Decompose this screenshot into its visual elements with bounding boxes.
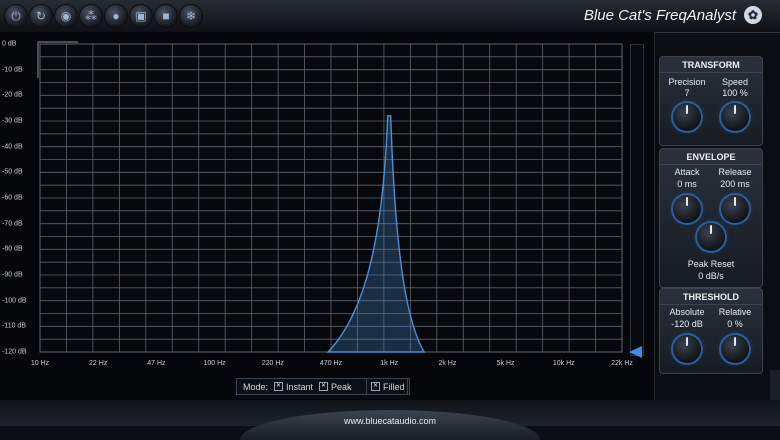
mode-label: Mode: — [243, 381, 269, 392]
snowflake-icon[interactable]: ❄ — [179, 4, 203, 28]
release-value: 200 ms — [720, 179, 750, 189]
scrollbar[interactable] — [770, 370, 780, 400]
nodes-icon[interactable]: ⁂ — [79, 4, 103, 28]
precision-knob[interactable] — [673, 103, 701, 131]
y-tick-label: -50 dB — [2, 168, 23, 176]
x-tick-label: 10 Hz — [30, 360, 50, 367]
x-tick-label: 100 Hz — [203, 360, 226, 367]
absolute-knob[interactable] — [673, 335, 701, 363]
y-tick-label: -10 dB — [2, 66, 23, 74]
peak-reset-value: 0 dB/s — [698, 271, 724, 281]
toolbar: ⏻ ↻ ◉ ⁂ ● ▣ ■ ❄ Blue Cat's FreqAnalyst ✿ — [0, 0, 780, 33]
stop-icon[interactable]: ■ — [154, 4, 178, 28]
absolute-label: Absolute — [669, 307, 705, 317]
precision-label: Precision — [668, 77, 706, 87]
checkbox-icon: ✕ — [371, 382, 380, 391]
envelope-panel: ENVELOPE Attack Release 0 ms 200 ms Peak… — [659, 148, 763, 288]
peak-checkbox[interactable]: ✕ Peak — [319, 382, 352, 392]
y-tick-label: -120 dB — [2, 348, 27, 356]
square-icon[interactable]: ▣ — [129, 4, 153, 28]
threshold-panel: THRESHOLD Absolute Relative -120 dB 0 % — [659, 288, 763, 374]
speed-knob[interactable] — [721, 103, 749, 131]
relative-value: 0 % — [727, 319, 743, 329]
release-knob[interactable] — [721, 195, 749, 223]
attack-label: Attack — [674, 167, 700, 177]
attack-value: 0 ms — [677, 179, 697, 189]
x-tick-label: 22 Hz — [89, 360, 108, 367]
y-tick-label: -60 dB — [2, 194, 23, 202]
speed-value: 100 % — [722, 88, 748, 98]
peak-reset-knob[interactable] — [697, 223, 725, 251]
y-tick-label: -90 dB — [2, 271, 23, 279]
refresh-icon[interactable]: ↻ — [29, 4, 53, 28]
y-tick-label: 0 dB — [2, 40, 17, 48]
relative-label: Relative — [718, 307, 752, 317]
precision-value: 7 — [684, 88, 690, 98]
footer-url[interactable]: www.bluecataudio.com — [0, 416, 780, 426]
x-tick-label: 470 Hz — [319, 360, 343, 367]
attack-knob[interactable] — [673, 195, 701, 223]
x-tick-label: 22k Hz — [611, 360, 633, 367]
checkbox-icon: ✕ — [319, 382, 329, 391]
transform-panel: TRANSFORM Precision Speed 7 100 % — [659, 56, 763, 146]
spectrum-svg[interactable] — [0, 32, 654, 400]
relative-knob[interactable] — [721, 335, 749, 363]
filled-checkbox[interactable]: ✕ Filled — [366, 378, 408, 395]
threshold-title: THRESHOLD — [660, 289, 762, 305]
threshold-marker[interactable] — [629, 346, 642, 358]
record-icon[interactable]: ◉ — [54, 4, 78, 28]
app-title: Blue Cat's FreqAnalyst — [583, 7, 736, 24]
envelope-title: ENVELOPE — [660, 149, 762, 165]
circle-icon[interactable]: ● — [104, 4, 128, 28]
y-tick-label: -30 dB — [2, 117, 23, 125]
y-tick-label: -40 dB — [2, 143, 23, 151]
transform-title: TRANSFORM — [660, 57, 762, 73]
y-tick-label: -80 dB — [2, 245, 23, 253]
instant-checkbox[interactable]: ✕ Instant — [274, 382, 313, 392]
speed-label: Speed — [721, 77, 749, 87]
bluecat-logo-icon[interactable]: ✿ — [744, 6, 762, 24]
x-tick-label: 1k Hz — [380, 360, 399, 367]
y-tick-label: -70 dB — [2, 220, 23, 228]
peak-label: Peak — [331, 381, 352, 392]
power-icon[interactable]: ⏻ — [4, 4, 28, 28]
level-meter — [630, 44, 644, 356]
y-tick-label: -100 dB — [2, 297, 27, 305]
release-label: Release — [718, 167, 752, 177]
y-tick-label: -110 dB — [2, 322, 26, 330]
absolute-value: -120 dB — [671, 319, 703, 329]
checkbox-icon: ✕ — [274, 382, 284, 391]
x-tick-label: 2k Hz — [438, 360, 457, 367]
x-tick-label: 10k Hz — [552, 360, 575, 367]
peak-reset-label: Peak Reset — [687, 259, 735, 269]
instant-label: Instant — [286, 381, 314, 392]
x-tick-label: 220 Hz — [261, 360, 284, 367]
x-tick-label: 5k Hz — [496, 360, 515, 367]
filled-label: Filled — [383, 381, 405, 392]
x-tick-label: 47 Hz — [147, 360, 166, 367]
y-tick-label: -20 dB — [2, 91, 23, 99]
spectrum-graph[interactable]: 0 dB -10 dB -20 dB -30 dB -40 dB -50 dB -60 dB… — [0, 32, 655, 400]
